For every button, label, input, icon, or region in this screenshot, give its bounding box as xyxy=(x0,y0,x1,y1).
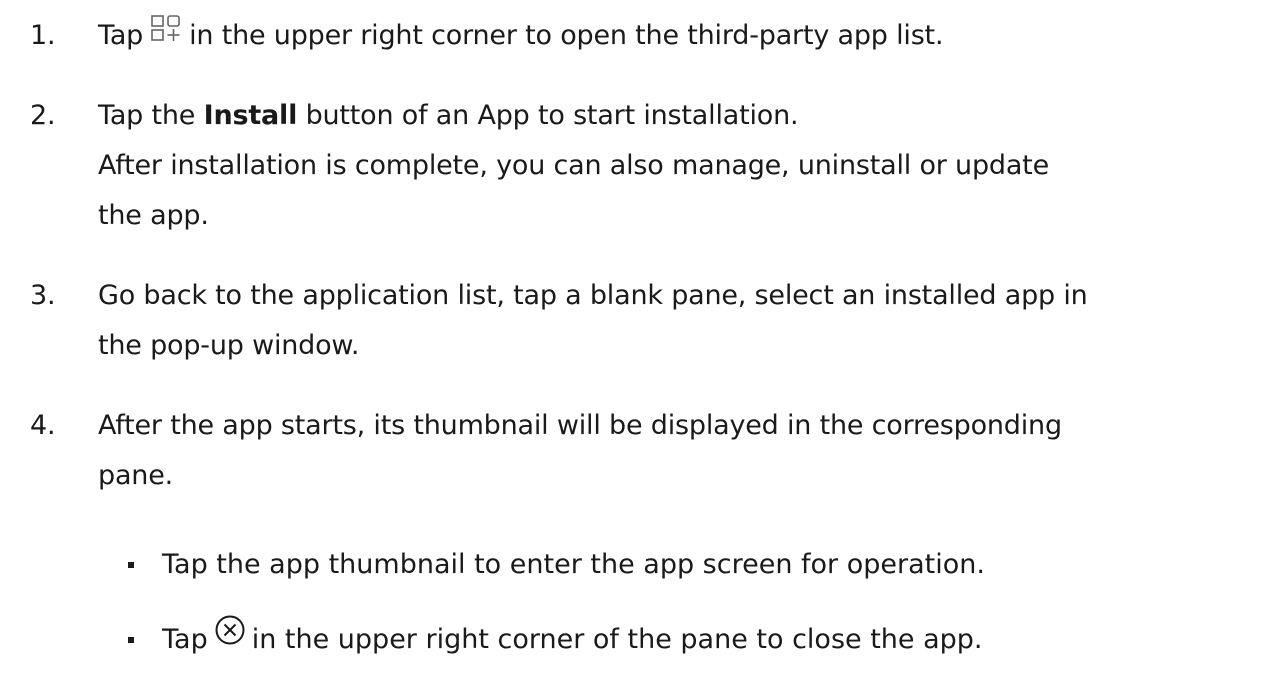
bullet-text: Tap in the upper right corner of the pan… xyxy=(162,615,983,666)
bullet-marker xyxy=(128,540,138,590)
instruction-document: 1. Tap in the upper right corner to open… xyxy=(0,0,1270,678)
step-text: Tap xyxy=(98,20,144,51)
step-number: 2. xyxy=(30,100,56,131)
bullet-text-part: Tap xyxy=(162,624,208,655)
step-body: Tap in the upper right corner to open th… xyxy=(98,11,1270,61)
step-text: button of an App to start installation. xyxy=(305,100,799,131)
step-line: Tap in the upper right corner to open th… xyxy=(98,11,1270,61)
install-button-label: Install xyxy=(203,100,298,131)
step-number: 4. xyxy=(30,410,56,441)
step-text: in the upper right corner to open the th… xyxy=(189,20,944,51)
step-line: pane. xyxy=(98,460,173,491)
step-line: the app. xyxy=(98,200,209,231)
close-circle-icon xyxy=(214,613,246,663)
step-number: 3. xyxy=(30,280,56,311)
step-line: Go back to the application list, tap a b… xyxy=(98,280,1088,311)
step-number: 1. xyxy=(30,20,56,51)
step-body: After the app starts, its thumbnail will… xyxy=(98,401,1270,501)
grid-plus-icon xyxy=(149,9,183,59)
step-line: the pop-up window. xyxy=(98,330,360,361)
step-body: Tap the Install button of an App to star… xyxy=(98,91,1270,241)
bullet-marker xyxy=(128,615,138,665)
step-text: Tap the xyxy=(98,100,196,131)
bullet-text: Tap the app thumbnail to enter the app s… xyxy=(162,549,985,580)
step-line: After installation is complete, you can … xyxy=(98,150,1049,181)
step-line: After the app starts, its thumbnail will… xyxy=(98,410,1062,441)
step-body: Go back to the application list, tap a b… xyxy=(98,271,1270,371)
step-line: Tap the Install button of an App to star… xyxy=(98,91,1270,141)
bullet-text-part: in the upper right corner of the pane to… xyxy=(251,624,983,655)
